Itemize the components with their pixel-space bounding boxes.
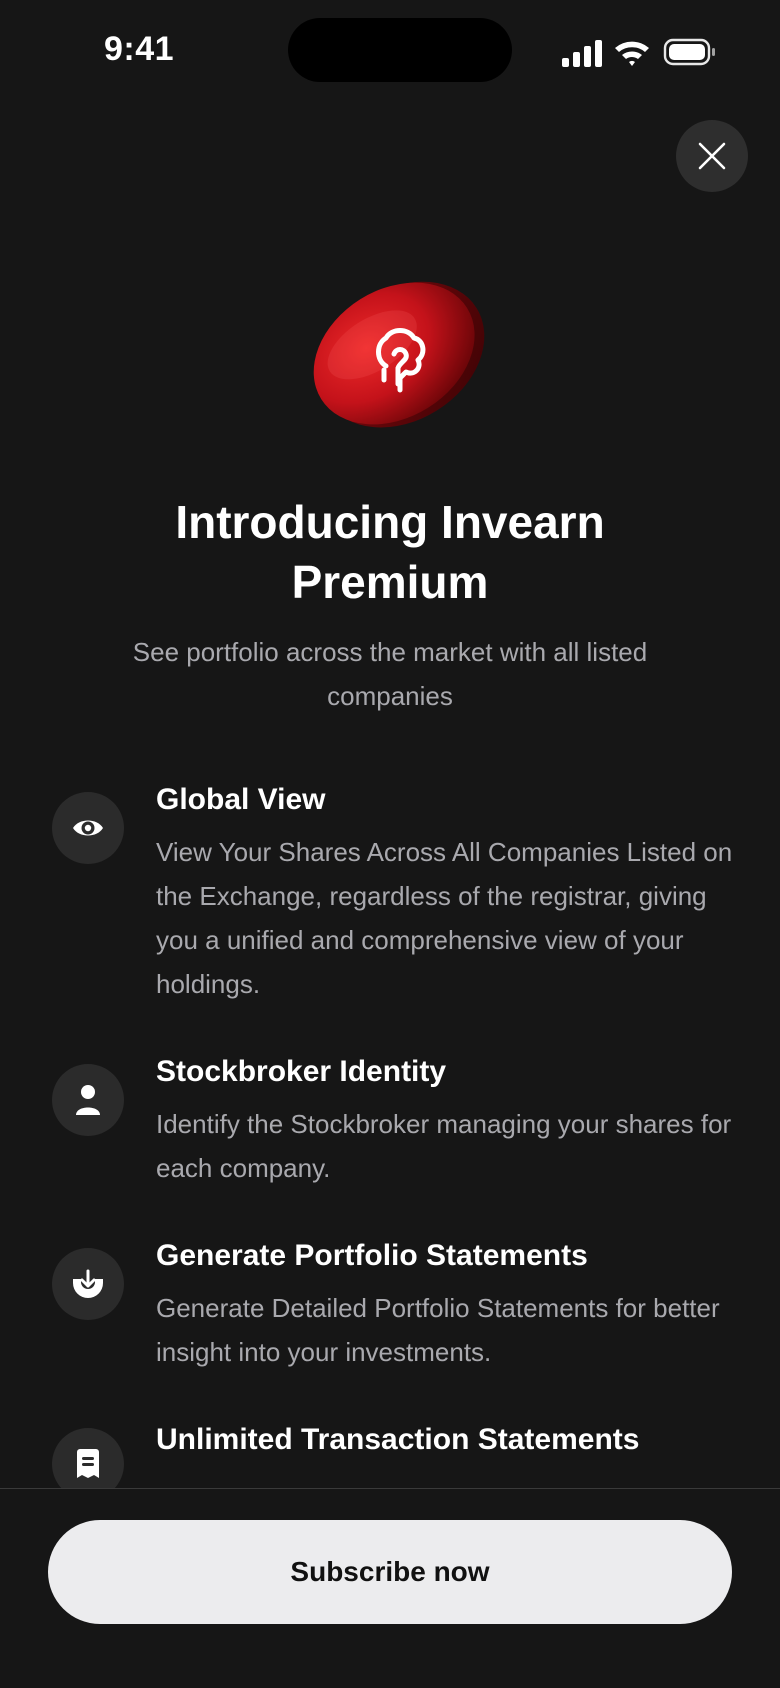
page-subtitle: See portfolio across the market with all…: [132, 637, 648, 711]
invearn-logo-coin: [300, 258, 490, 448]
receipt-icon: [52, 1428, 124, 1488]
feature-title: Global View: [156, 783, 326, 816]
status-icons-svg: [562, 38, 715, 67]
subscribe-now-button[interactable]: Subscribe now: [48, 1520, 732, 1624]
close-icon: [698, 142, 726, 170]
status-icons: [560, 38, 720, 68]
feature-item-stockbroker-identity: Stockbroker Identity Identify the Stockb…: [0, 1052, 780, 1192]
eye-icon: [52, 792, 124, 864]
feature-title: Stockbroker Identity: [156, 1055, 447, 1088]
close-button[interactable]: [676, 120, 748, 192]
feature-item-portfolio-statements: Generate Portfolio Statements Generate D…: [0, 1236, 780, 1376]
feature-description: Generate Detailed Portfolio Statements f…: [156, 1293, 720, 1367]
dynamic-island: [288, 18, 512, 82]
page-title: Introducing Invearn Premium: [175, 496, 605, 608]
status-bar: 9:41: [0, 0, 780, 100]
bottom-divider: [0, 1488, 780, 1489]
feature-item-global-view: Global View View Your Shares Across All …: [0, 780, 780, 1010]
battery-icon: [663, 38, 715, 66]
feature-title: Generate Portfolio Statements: [156, 1239, 588, 1272]
status-time: 9:41: [104, 30, 175, 68]
feature-title: Unlimited Transaction Statements: [156, 1423, 640, 1456]
download-tray-icon: [52, 1248, 124, 1320]
user-icon: [52, 1064, 124, 1136]
wifi-icon: [615, 41, 649, 66]
cellular-signal-icon: [562, 40, 602, 67]
feature-list[interactable]: Global View View Your Shares Across All …: [0, 780, 780, 1488]
feature-item-transaction-statements: Unlimited Transaction Statements: [0, 1420, 780, 1488]
feature-description: Identify the Stockbroker managing your s…: [156, 1109, 732, 1183]
feature-description: View Your Shares Across All Companies Li…: [156, 837, 733, 999]
